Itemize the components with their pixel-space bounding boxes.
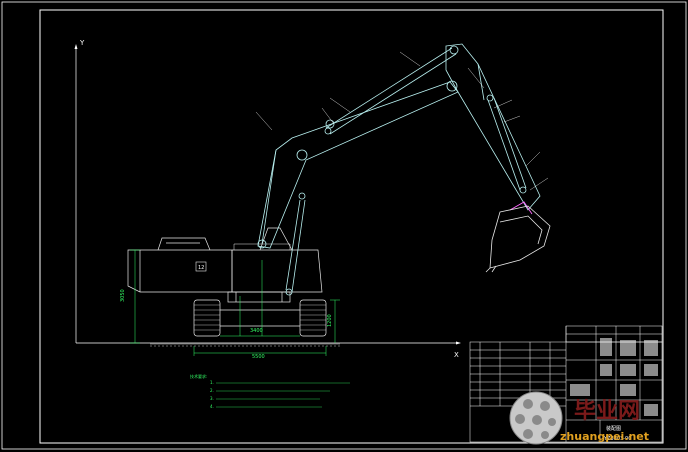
note-4: 4.: [210, 404, 214, 409]
boom: [257, 81, 459, 249]
dim-height-right: 1200: [327, 314, 333, 327]
note-2: 2.: [210, 388, 214, 393]
watermark-text-cn: 毕业网: [574, 398, 640, 424]
bucket: [485, 205, 551, 273]
watermark-url: zhuangpei.net: [560, 430, 649, 443]
counterweight-label: 12: [198, 265, 204, 271]
bucket-cylinder: [486, 94, 527, 194]
x-axis-label: X: [454, 351, 459, 359]
note-1: 1.: [210, 380, 214, 385]
y-axis-label: Y: [79, 39, 85, 47]
notes-heading: 技术要求:: [190, 373, 207, 379]
excavator-upper-structure: [127, 227, 323, 293]
cad-drawing: Y X 12 3050 1200 5500 3400 技术要求: 1. 2. 3…: [1, 1, 687, 450]
inner-frame: [39, 9, 664, 444]
dimension-lines: [130, 249, 340, 356]
stick-arm: [445, 43, 541, 211]
outer-frame: [1, 1, 687, 450]
ground-line: [150, 343, 340, 347]
dim-height-left: 3050: [120, 289, 126, 302]
dim-overall-length: 5500: [252, 354, 265, 360]
watermark-logo: [509, 391, 563, 445]
notes-lines: [216, 382, 350, 408]
note-3: 3.: [210, 396, 214, 401]
arm-cylinder: [324, 45, 459, 135]
bucket-linkage: [509, 201, 533, 215]
dim-track-gauge: 3400: [250, 328, 263, 334]
